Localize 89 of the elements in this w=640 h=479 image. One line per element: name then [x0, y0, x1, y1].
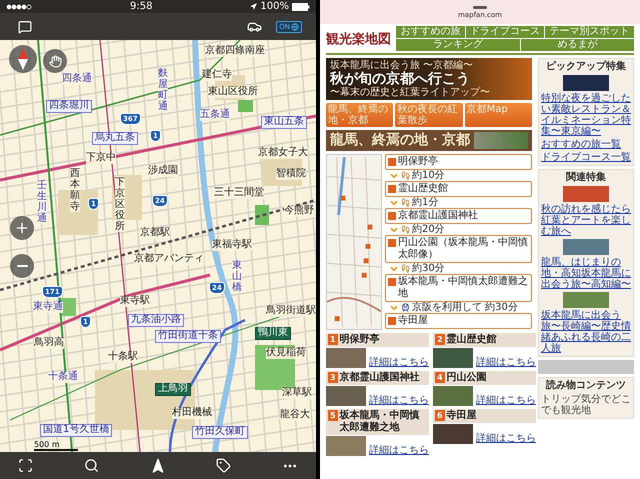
map-label: 四条堀川 — [46, 100, 92, 112]
map-label: 鳥羽街道駅 — [266, 306, 316, 316]
clock-time: 9:58 — [130, 1, 152, 12]
map-label: 東山五条 — [261, 116, 307, 128]
details-link[interactable]: 詳細はこちら — [476, 395, 536, 406]
map-label: 深草駅 — [282, 388, 312, 398]
hero-title: 龍馬、終焉の地・京都 — [330, 132, 470, 149]
details-link[interactable]: 詳細はこちら — [476, 357, 536, 368]
nav-link[interactable]: ランキング — [396, 39, 520, 51]
map-label: 十条通 — [48, 372, 78, 382]
travel-time: 約10分 — [412, 170, 445, 181]
map-label: 京都四條南座 — [205, 46, 265, 56]
feature-link[interactable]: 特別な夜を過ごしたい素敵レストラン＆イルミネーション特集〜東京編〜 — [541, 93, 631, 137]
map-label: 東寺駅 — [120, 296, 150, 306]
map-label: 京都女子大 — [258, 148, 308, 158]
map-label: 烏丸五条 — [92, 132, 138, 144]
spot-number: 4 — [435, 372, 445, 383]
map-label: 竹田久保町 — [192, 426, 248, 438]
travel-time: 約20分 — [412, 224, 445, 235]
map-label: 京都アバンティ — [134, 254, 204, 264]
nav-link[interactable]: めるまが — [520, 39, 634, 51]
spot-title: 寺田屋 — [446, 410, 477, 422]
route-stop[interactable]: 明保野亭 — [385, 154, 532, 170]
map-label: 智積院 — [276, 169, 306, 180]
travel-time: 京阪を利用して 約30分 — [412, 302, 518, 313]
map-label: 五条通 — [200, 110, 230, 120]
map-label: 九条油小路 — [128, 314, 184, 326]
site-logo[interactable]: 観光楽地図 — [326, 30, 391, 48]
nav-link[interactable]: ドライブコース — [466, 26, 544, 38]
map-label: 伏見稲荷 — [266, 348, 306, 358]
route-stop[interactable]: 円山公園（坂本龍馬・中岡慎太郎像） — [385, 235, 532, 263]
travel-time: 約30分 — [412, 263, 445, 274]
route-stop[interactable]: 京都霊山護国神社 — [385, 208, 532, 224]
map-label: 今熊野 — [284, 206, 314, 216]
sidebar-heading: 読み物コンテンツ — [544, 380, 627, 392]
nav-link[interactable]: おすすめの旅 — [396, 26, 465, 38]
map-label: 東山橋 — [232, 260, 242, 293]
banner-kicker: 坂本龍馬に出会う旅 〜京都編〜 — [330, 60, 474, 71]
spot-number: 5 — [328, 410, 338, 421]
route-stop[interactable]: 坂本龍馬・中岡慎太郎遭難之地 — [385, 274, 532, 302]
route-stop[interactable]: 霊山歴史館 — [385, 181, 532, 197]
nav-link[interactable]: テーマ別スポット — [545, 26, 634, 38]
feature-link[interactable]: 龍馬、はじまりの地・高知坂本龍馬に出会う旅〜高知編〜 — [541, 257, 631, 290]
map-label: 西本願寺 — [70, 168, 80, 212]
map-label: 麩屋町通 — [158, 68, 168, 112]
list-link[interactable]: おすすめの旅一覧 — [541, 139, 631, 150]
details-link[interactable]: 詳細はこちら — [369, 395, 429, 406]
map-label: 東山区役所 — [208, 87, 258, 98]
map-label: 東寺通 — [33, 302, 63, 312]
spot-number: 6 — [435, 410, 445, 421]
banner-subtitle: 〜幕末の歴史と紅葉ライトアップ〜 — [330, 87, 491, 98]
spot-title: 霊山歴史館 — [446, 334, 497, 346]
details-link[interactable]: 詳細はこちら — [369, 445, 429, 456]
travel-time: 約1分 — [412, 197, 438, 208]
map-label: 四条通 — [62, 74, 92, 84]
map-label: 十条駅 — [108, 352, 138, 362]
spot-number: 3 — [328, 372, 338, 383]
map-label: 壬生川通 — [37, 180, 47, 224]
spot-number: 2 — [435, 334, 445, 345]
map-label: 京都駅 — [140, 228, 170, 238]
banner-title: 秋が旬の京都へ行こう — [330, 71, 470, 87]
map-label: 国道1号久世橋 — [40, 424, 112, 436]
map-label: 建仁寺 — [202, 70, 232, 80]
map-label: 渉成園 — [148, 166, 178, 176]
spot-title: 円山公園 — [446, 372, 487, 384]
map-label: 東福寺駅 — [212, 240, 252, 250]
map-label: 鳥羽高 — [34, 338, 64, 348]
map-label: 竹田街道十条 — [155, 330, 221, 342]
sidebar-heading: ピックアップ特集 — [545, 61, 627, 73]
route-stop[interactable]: 寺田屋 — [385, 313, 532, 329]
battery-percent: 100% — [260, 1, 289, 12]
feature-link[interactable]: 坂本龍馬に出会う旅〜長崎編〜歴史情緒あふれる長崎の二人旅 — [541, 310, 631, 354]
map-label: 村田機械 — [172, 408, 212, 418]
map-label: 上鳥羽 — [155, 383, 191, 396]
spot-title: 明保野亭 — [340, 334, 380, 346]
map-label: 下京中 — [86, 153, 116, 164]
map-label: 三十三間堂 — [214, 188, 264, 198]
feature-link[interactable]: 秋の訪れを感じたら紅葉とアートを楽しむ旅へ — [541, 204, 631, 237]
sidebar-heading: 関連特集 — [565, 172, 607, 184]
list-link[interactable]: ドライブコース一覧 — [541, 152, 631, 163]
map-label: 下京区役所 — [115, 177, 125, 232]
spot-number: 1 — [328, 334, 338, 345]
spot-title: 京都霊山護国神社 — [340, 372, 420, 384]
details-link[interactable]: 詳細はこちら — [476, 433, 536, 444]
details-link[interactable]: 詳細はこちら — [369, 357, 429, 368]
spot-title: 坂本龍馬・中岡慎太郎遭難之地 — [340, 410, 421, 434]
map-label: 鴨川東 — [255, 327, 291, 340]
map-label: 龍谷大 — [280, 410, 310, 420]
sidebar-text: トリップ気分でどこでも観光地 — [541, 394, 631, 416]
